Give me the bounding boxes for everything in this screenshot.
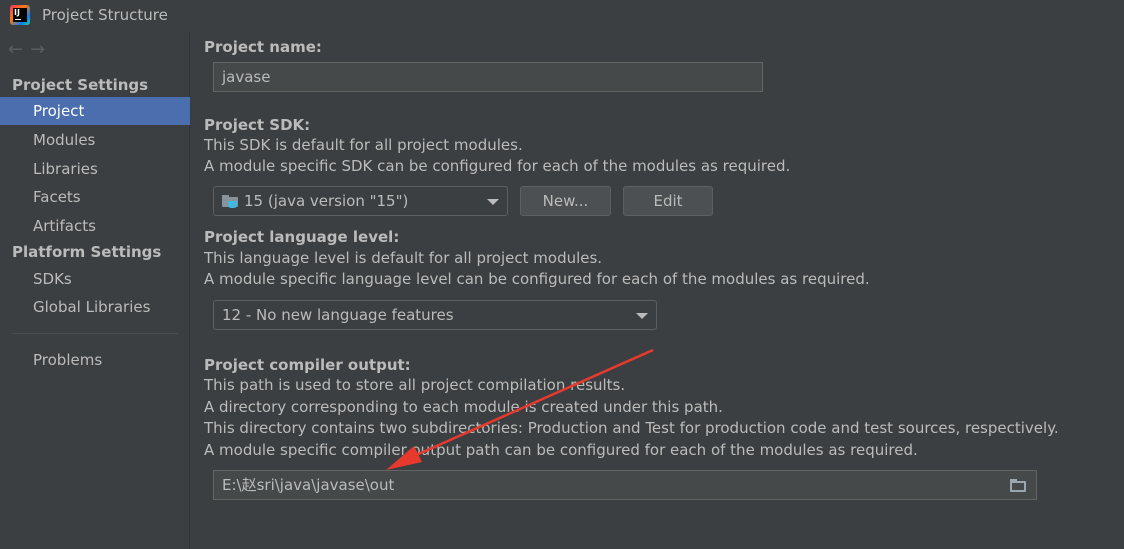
chevron-down-icon (636, 313, 648, 319)
project-name-input[interactable]: javase (213, 62, 763, 92)
jdk-folder-icon (222, 195, 238, 208)
back-arrow-icon[interactable]: ← (8, 39, 30, 60)
language-level-description-2: A module specific language level can be … (204, 270, 870, 288)
folder-browse-icon[interactable] (1010, 479, 1028, 493)
sidebar-item-facets[interactable]: Facets (0, 183, 190, 211)
project-sdk-selected: 15 (java version "15") (244, 192, 409, 210)
language-level-label: Project language level: (204, 228, 400, 246)
project-name-label: Project name: (204, 38, 322, 56)
project-settings-panel: Project name: javase Project SDK: This S… (191, 32, 1124, 549)
compiler-output-description-1: This path is used to store all project c… (204, 376, 626, 394)
compiler-output-path-input[interactable]: E:\赵sri\java\javase\out (213, 470, 1037, 500)
compiler-output-path-value: E:\赵sri\java\javase\out (222, 476, 395, 494)
sidebar-item-problems[interactable]: Problems (0, 346, 190, 374)
platform-settings-header: Platform Settings (12, 243, 162, 261)
title-bar: IJ Project Structure (0, 0, 1124, 32)
language-level-dropdown[interactable]: 12 - No new language features (213, 300, 657, 330)
chevron-down-icon (487, 199, 499, 205)
compiler-output-label: Project compiler output: (204, 356, 411, 374)
sidebar-divider (12, 333, 178, 334)
window-title: Project Structure (42, 6, 168, 24)
compiler-output-description-2: A directory corresponding to each module… (204, 398, 723, 416)
project-sdk-label: Project SDK: (204, 116, 311, 134)
nav-arrows: ← → (8, 39, 52, 60)
sidebar-item-global-libraries[interactable]: Global Libraries (0, 293, 190, 321)
forward-arrow-icon[interactable]: → (30, 39, 52, 60)
project-sdk-dropdown[interactable]: 15 (java version "15") (213, 186, 508, 216)
language-level-description-1: This language level is default for all p… (204, 249, 603, 267)
sidebar-item-modules[interactable]: Modules (0, 126, 190, 154)
sidebar-item-libraries[interactable]: Libraries (0, 155, 190, 183)
intellij-app-icon: IJ (10, 5, 30, 25)
project-sdk-description-2: A module specific SDK can be configured … (204, 157, 791, 175)
sidebar-item-sdks[interactable]: SDKs (0, 265, 190, 293)
sidebar-item-project[interactable]: Project (0, 97, 190, 125)
project-settings-header: Project Settings (12, 76, 149, 94)
compiler-output-description-3: This directory contains two subdirectori… (204, 419, 1059, 437)
sidebar: ← → Project Settings Project Modules Libr… (0, 32, 190, 549)
sidebar-item-artifacts[interactable]: Artifacts (0, 212, 190, 240)
language-level-selected: 12 - No new language features (222, 306, 454, 324)
compiler-output-description-4: A module specific compiler output path c… (204, 441, 918, 459)
edit-sdk-button[interactable]: Edit (623, 186, 713, 216)
new-sdk-button[interactable]: New... (520, 186, 611, 216)
project-sdk-description-1: This SDK is default for all project modu… (204, 136, 523, 154)
